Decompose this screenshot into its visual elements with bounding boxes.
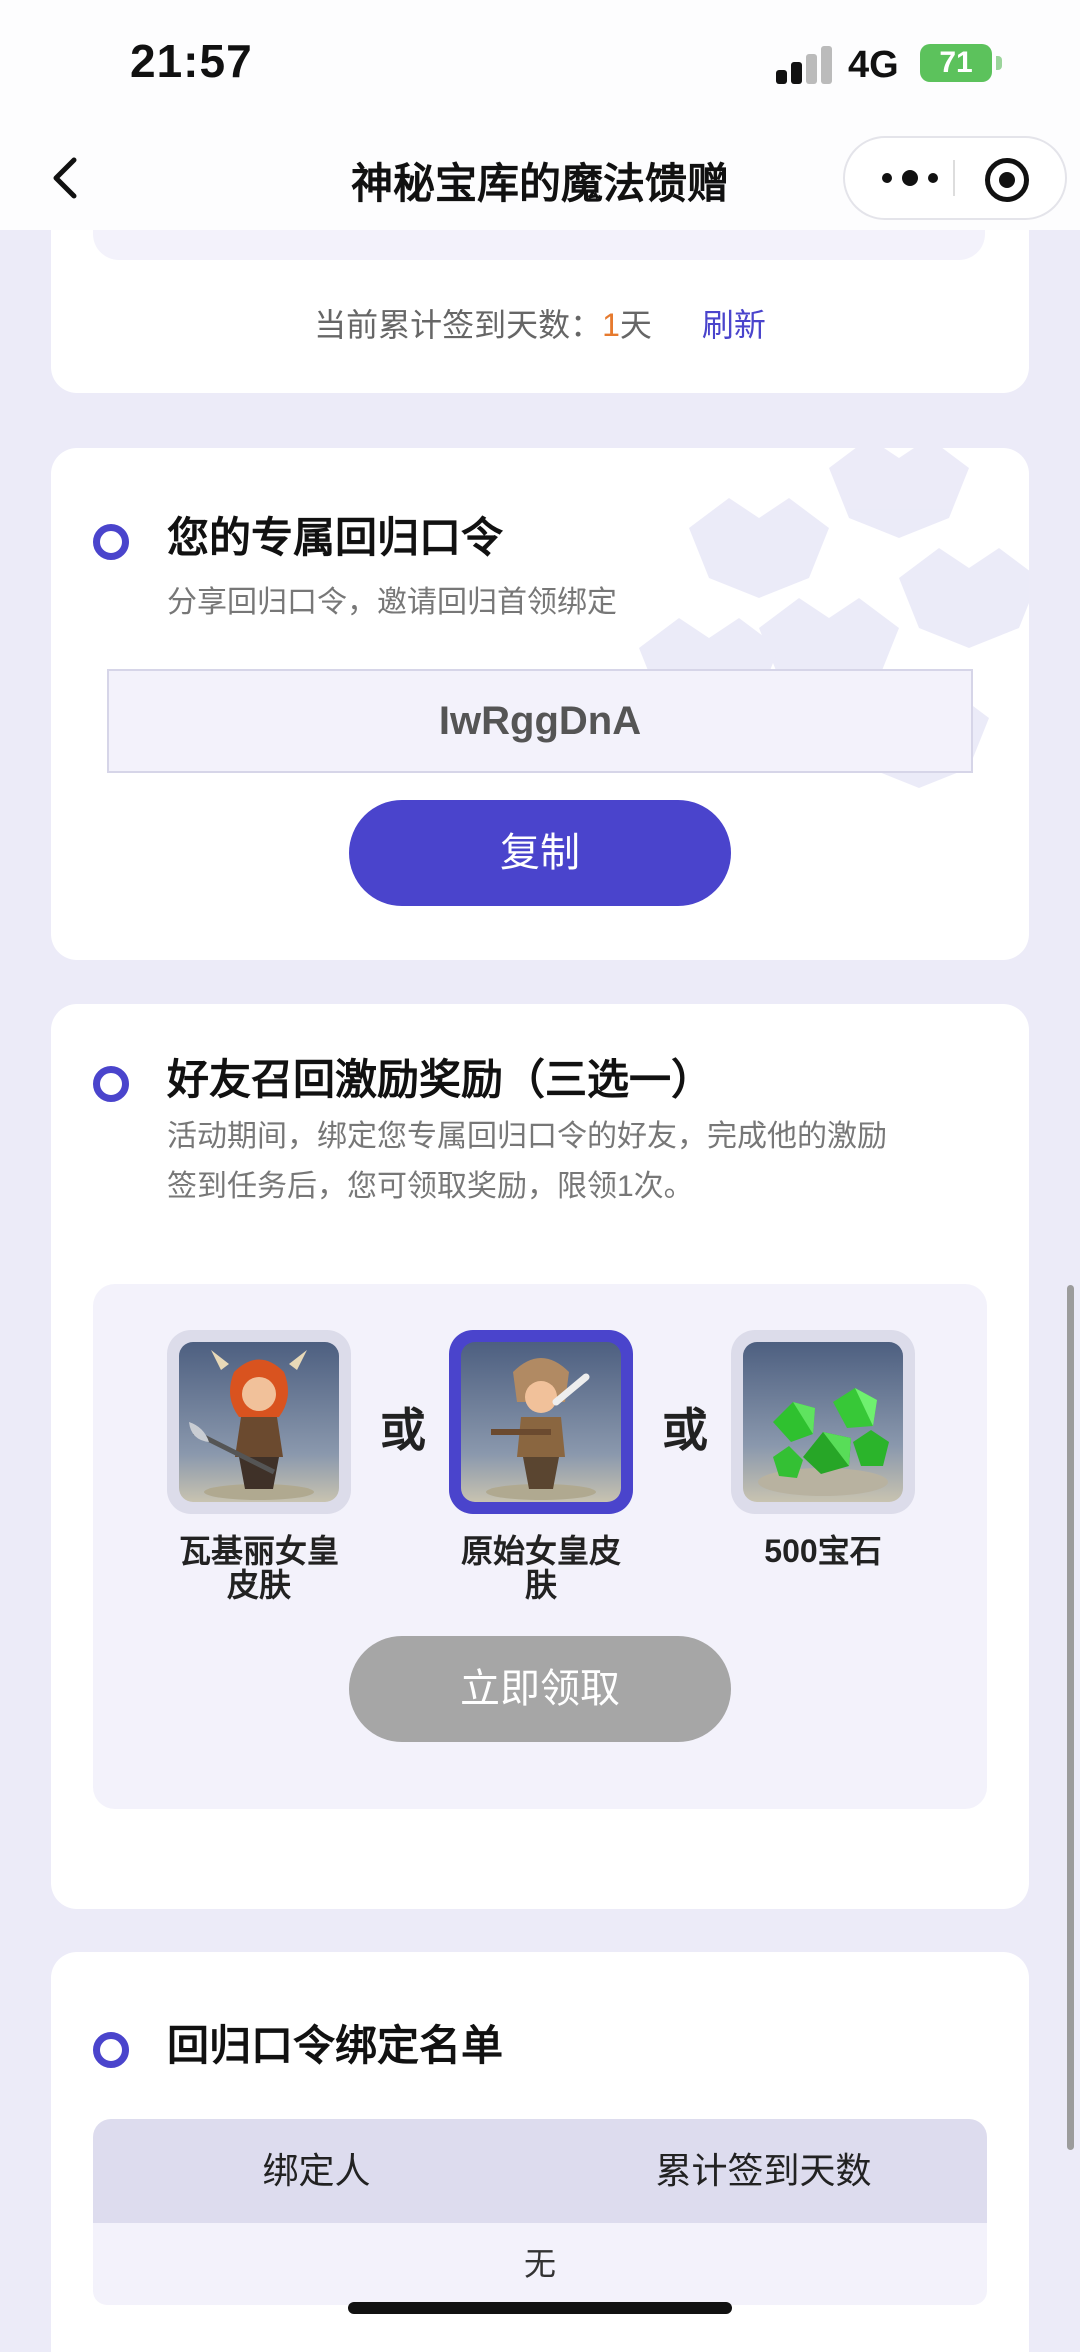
reward-label-primal: 原始女皇皮 肤 (449, 1534, 633, 1602)
more-dots-icon[interactable] (875, 158, 945, 198)
invite-desc: 分享回归口令，邀请回归首领绑定 (167, 586, 617, 619)
column-checkin-days: 累计签到天数 (655, 2150, 872, 2191)
reward-title: 好友召回激励奖励（三选一） (167, 1056, 714, 1103)
gems-image (743, 1342, 903, 1502)
checkin-summary: 当前累计签到天数：1天 刷新 (51, 300, 1029, 346)
reward-label-line: 皮肤 (226, 1567, 291, 1603)
capsule-divider (953, 160, 955, 196)
section-bullet-icon (93, 1066, 129, 1102)
reward-desc-line2: 签到任务后，您可领取奖励，限领1次。 (167, 1170, 694, 1203)
binding-list-title: 回归口令绑定名单 (167, 2022, 504, 2069)
reward-option-gems[interactable] (731, 1330, 915, 1514)
invite-title: 您的专属回归口令 (167, 514, 504, 561)
checkin-unit: 天 (619, 307, 652, 343)
reward-label-line: 500宝石 (764, 1533, 882, 1569)
status-time: 21:57 (130, 35, 253, 87)
checkin-card: 当前累计签到天数：1天 刷新 (51, 230, 1029, 393)
reward-option-valkyrie-skin[interactable] (167, 1330, 351, 1514)
refresh-link[interactable]: 刷新 (702, 307, 766, 343)
target-icon[interactable] (985, 158, 1029, 202)
binding-list-card: 回归口令绑定名单 绑定人 累计签到天数 无 (51, 1952, 1029, 2352)
table-row: 无 (93, 2223, 987, 2305)
reward-desc-line1: 活动期间，绑定您专属回归口令的好友，完成他的激励 (167, 1120, 887, 1153)
primal-queen-skin-image (461, 1342, 621, 1502)
section-bullet-icon (93, 524, 129, 560)
or-label: 或 (662, 1404, 708, 1456)
empty-cell: 无 (523, 2246, 556, 2282)
home-indicator[interactable] (348, 2302, 732, 2314)
reward-label-line: 原始女皇皮 (460, 1533, 621, 1569)
reward-options-panel: 或 或 瓦基丽女皇 皮肤 原始女皇皮 肤 500宝石 立即领取 (93, 1284, 987, 1809)
reward-label-line: 肤 (524, 1567, 557, 1603)
checkin-strip (93, 230, 985, 260)
copy-button[interactable]: 复制 (349, 800, 731, 906)
invite-code-field: IwRggDnA (107, 669, 973, 773)
battery-cap (996, 56, 1002, 70)
scrollbar[interactable] (1067, 1285, 1074, 2150)
status-bar: 21:57 4G 71 (0, 0, 1080, 130)
invite-code-card: 您的专属回归口令 分享回归口令，邀请回归首领绑定 IwRggDnA 复制 (51, 448, 1029, 960)
binding-table: 绑定人 累计签到天数 无 (93, 2119, 987, 2305)
reward-label-gems: 500宝石 (731, 1534, 915, 1568)
column-binder: 绑定人 (262, 2150, 371, 2191)
reward-label-valkyrie: 瓦基丽女皇 皮肤 (167, 1534, 351, 1602)
reward-card: 好友召回激励奖励（三选一） 活动期间，绑定您专属回归口令的好友，完成他的激励 签… (51, 1004, 1029, 1909)
or-label: 或 (380, 1404, 426, 1456)
table-header: 绑定人 累计签到天数 (93, 2119, 987, 2223)
checkin-label: 当前累计签到天数： (314, 307, 603, 343)
valkyrie-skin-image (179, 1342, 339, 1502)
network-type: 4G (848, 44, 899, 86)
reward-option-primal-queen-skin[interactable] (449, 1330, 633, 1514)
signal-icon (776, 44, 836, 84)
battery-icon: 71 (920, 44, 992, 82)
reward-label-line: 瓦基丽女皇 (178, 1533, 339, 1569)
nav-bar: 神秘宝库的魔法馈赠 (0, 130, 1080, 230)
mini-program-capsule (843, 136, 1067, 220)
claim-button[interactable]: 立即领取 (349, 1636, 731, 1742)
section-bullet-icon (93, 2032, 129, 2068)
checkin-days: 1 (602, 307, 620, 343)
